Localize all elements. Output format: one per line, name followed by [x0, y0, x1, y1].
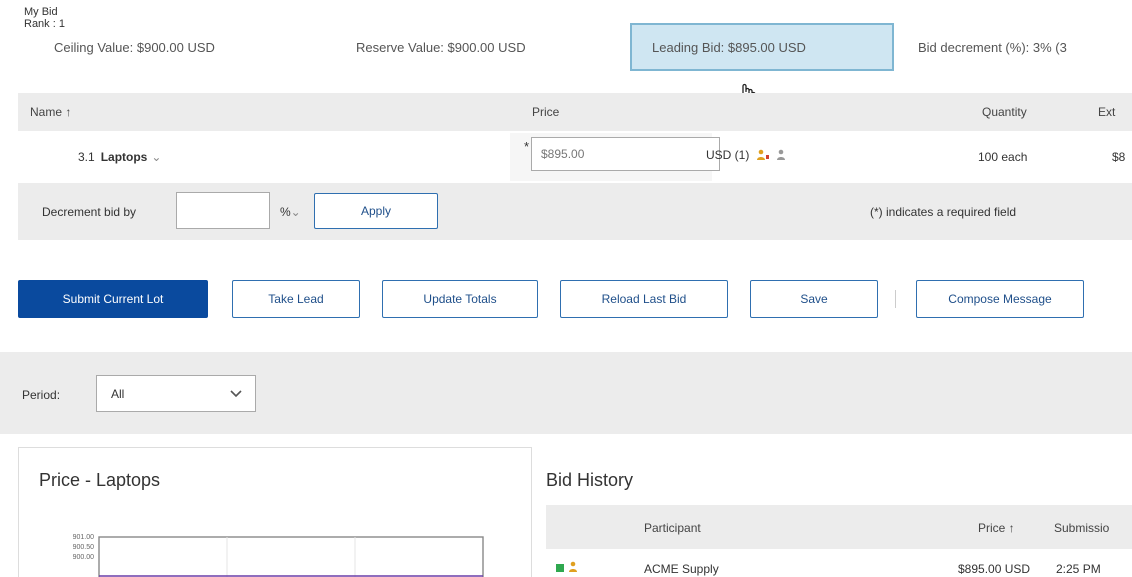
y-tick-label: 900.00	[73, 554, 95, 561]
decrement-input[interactable]	[176, 192, 270, 229]
currency-label: USD (1)	[706, 148, 750, 162]
bidder-icon[interactable]	[756, 149, 770, 161]
decrement-unit: %	[280, 205, 291, 219]
plot-area	[98, 536, 484, 577]
chevron-down-icon[interactable]: ⌄	[151, 150, 161, 164]
take-lead-button[interactable]: Take Lead	[232, 280, 360, 318]
my-bid-rank: My Bid Rank : 1	[24, 6, 65, 30]
price-column-header[interactable]: Price	[532, 105, 559, 119]
reserve-value: Reserve Value: $900.00 USD	[356, 40, 526, 55]
participant-cell: ACME Supply	[644, 562, 719, 576]
period-filter-bar: Period: All	[0, 352, 1132, 434]
bid-history-header: Participant Price ↑ Submissio	[546, 505, 1132, 549]
leading-bid-box[interactable]: Leading Bid: $895.00 USD	[630, 23, 894, 71]
price-chart-panel: Price - Laptops 901.00 900.50 900.00	[18, 447, 532, 577]
reload-last-bid-button[interactable]: Reload Last Bid	[560, 280, 728, 318]
table-row: 3.1 Laptops⌄ * USD (1) 100 each $8	[18, 133, 1132, 181]
period-selected-value: All	[111, 387, 125, 401]
required-field-note: (*) indicates a required field	[870, 205, 1017, 219]
quantity-cell: 100 each	[978, 150, 1028, 164]
currency-cell: USD (1)	[706, 148, 787, 162]
item-index: 3.1	[78, 150, 95, 164]
price-input[interactable]	[531, 137, 720, 171]
item-name-cell[interactable]: 3.1 Laptops ⌄	[78, 150, 161, 164]
status-indicator	[556, 564, 564, 572]
decrement-label: Decrement bid by	[42, 205, 137, 219]
submission-time-cell: 2:25 PM	[1056, 562, 1101, 576]
quantity-column-header[interactable]: Quantity	[982, 105, 1027, 119]
update-totals-button[interactable]: Update Totals	[382, 280, 538, 318]
chevron-down-icon: ⌄	[290, 205, 301, 219]
submission-column-header[interactable]: Submissio	[1054, 521, 1109, 535]
y-tick-label: 901.00	[73, 534, 95, 541]
bid-price-cell: $895.00 USD	[958, 562, 1031, 576]
price-chart: 901.00 900.50 900.00	[73, 534, 484, 577]
save-button[interactable]: Save	[750, 280, 878, 318]
period-select[interactable]: All	[96, 375, 256, 412]
table-row: ACME Supply $895.00 USD 2:25 PM	[546, 552, 1132, 577]
leading-bid: Leading Bid: $895.00 USD	[652, 40, 806, 55]
auction-summary-bar: My Bid Rank : 1 Ceiling Value: $900.00 U…	[0, 0, 1132, 88]
required-marker: *	[524, 139, 530, 154]
ceiling-value: Ceiling Value: $900.00 USD	[54, 40, 215, 55]
participant-column-header[interactable]: Participant	[644, 521, 701, 535]
apply-button[interactable]: Apply	[314, 193, 438, 229]
compose-message-button[interactable]: Compose Message	[916, 280, 1084, 318]
item-name: Laptops	[100, 150, 148, 164]
ext-cell: $8	[1112, 150, 1126, 164]
person-icon[interactable]	[775, 149, 787, 161]
chart-title: Price - Laptops	[39, 470, 161, 490]
submit-current-lot-button[interactable]: Submit Current Lot	[18, 280, 208, 318]
line-items-header: Name ↑ Price Quantity Ext	[18, 93, 1132, 131]
bid-decrement: Bid decrement (%): 3% (3	[918, 40, 1067, 55]
price-column-header[interactable]: Price ↑	[978, 521, 1015, 535]
decrement-unit-dropdown[interactable]: %⌄	[280, 205, 301, 219]
ext-column-header[interactable]: Ext	[1098, 105, 1115, 119]
bidder-icon	[569, 561, 577, 572]
name-column-header[interactable]: Name ↑	[30, 105, 71, 119]
y-tick-label: 900.50	[73, 544, 95, 551]
decrement-bar: Decrement bid by %⌄ Apply (*) indicates …	[18, 183, 1132, 240]
bid-history-title: Bid History	[546, 470, 634, 490]
toolbar-separator	[895, 290, 896, 308]
chevron-down-icon	[230, 390, 242, 398]
period-label: Period:	[22, 388, 61, 402]
